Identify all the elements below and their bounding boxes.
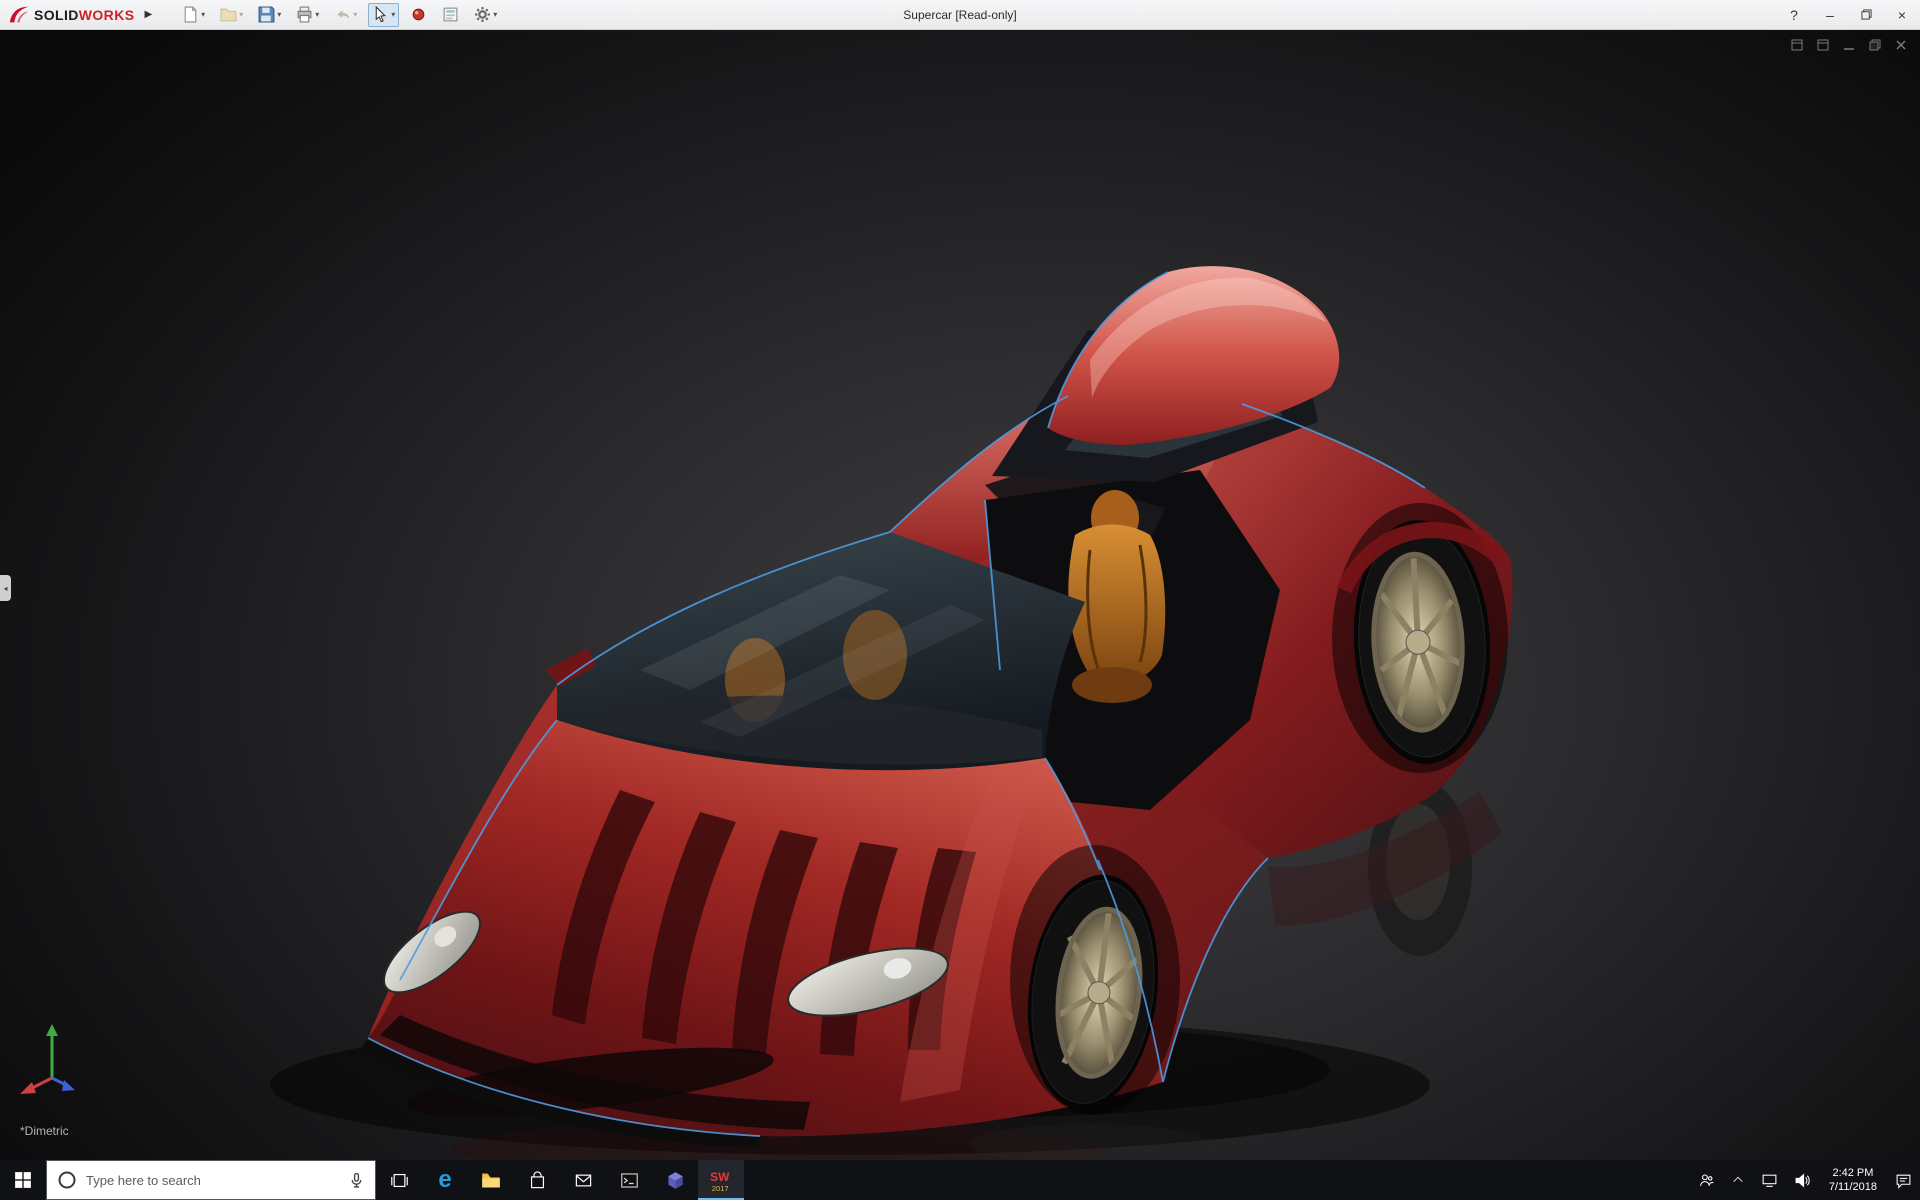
task-view-button[interactable] xyxy=(376,1160,422,1200)
gear-icon xyxy=(474,6,491,23)
close-button[interactable]: × xyxy=(1884,0,1920,30)
reference-triad xyxy=(20,1024,75,1094)
taskbar-cube-app[interactable] xyxy=(652,1160,698,1200)
people-icon xyxy=(1698,1172,1715,1189)
open-button[interactable]: ▾ xyxy=(216,3,247,27)
network-button[interactable] xyxy=(1753,1160,1786,1200)
feature-tree-collapse-tab[interactable]: ◂ xyxy=(0,575,11,601)
cube-app-icon xyxy=(666,1171,685,1190)
start-button[interactable] xyxy=(0,1160,46,1200)
network-icon xyxy=(1761,1172,1778,1189)
taskbar-search-input[interactable] xyxy=(86,1173,339,1188)
window-controls: ? – × xyxy=(1776,0,1920,30)
solidworks-logo: SOLIDWORKS xyxy=(8,4,134,26)
taskbar-solidworks-2017[interactable]: SW 2017 xyxy=(698,1160,744,1200)
taskbar-search[interactable] xyxy=(46,1160,376,1200)
taskbar-edge[interactable]: e xyxy=(422,1160,468,1200)
taskbar-clock[interactable]: 2:42 PM 7/11/2018 xyxy=(1819,1160,1887,1200)
windows-logo-icon xyxy=(14,1171,32,1189)
ds-logo-icon xyxy=(8,4,30,26)
document-title: Supercar [Read-only] xyxy=(903,8,1016,22)
titlebar: SOLIDWORKS ▶ ▾ ▾ ▾ xyxy=(0,0,1920,30)
taskbar-store[interactable] xyxy=(514,1160,560,1200)
view-orientation-label: *Dimetric xyxy=(20,1124,69,1138)
options-button[interactable]: ▾ xyxy=(470,3,501,27)
clock-time: 2:42 PM xyxy=(1829,1166,1877,1180)
minimize-button[interactable]: – xyxy=(1812,0,1848,30)
print-icon xyxy=(296,6,313,23)
mail-envelope-icon xyxy=(574,1171,593,1190)
taskbar-console[interactable] xyxy=(606,1160,652,1200)
cortana-icon xyxy=(57,1170,77,1190)
doc-minimize-icon[interactable] xyxy=(1842,38,1856,52)
menu-flyout-arrow[interactable]: ▶ xyxy=(144,9,152,20)
action-center-button[interactable] xyxy=(1887,1160,1920,1200)
svg-text:SW: SW xyxy=(710,1170,730,1184)
new-document-button[interactable]: ▾ xyxy=(178,3,209,27)
volume-button[interactable] xyxy=(1786,1160,1819,1200)
svg-text:2017: 2017 xyxy=(712,1184,729,1193)
restore-icon xyxy=(1861,9,1872,20)
macro-record-button[interactable] xyxy=(406,3,431,27)
microphone-icon[interactable] xyxy=(348,1172,365,1189)
windows-taskbar: e xyxy=(0,1160,1920,1200)
supercar-3d-model[interactable] xyxy=(0,30,1920,1160)
properties-button[interactable] xyxy=(438,3,463,27)
people-button[interactable] xyxy=(1690,1160,1723,1200)
doc-restore-icon[interactable] xyxy=(1868,38,1882,52)
save-icon xyxy=(258,6,275,23)
volume-icon xyxy=(1794,1172,1811,1189)
undo-icon xyxy=(334,6,351,23)
solidworks-2017-icon: SW 2017 xyxy=(708,1167,734,1193)
store-bag-icon xyxy=(528,1171,547,1190)
restore-button[interactable] xyxy=(1848,0,1884,30)
file-explorer-icon xyxy=(481,1170,501,1190)
help-button[interactable]: ? xyxy=(1776,0,1812,30)
desktop: SOLIDWORKS ▶ ▾ ▾ ▾ xyxy=(0,0,1920,1200)
document-window-controls xyxy=(1790,38,1908,52)
system-tray: 2:42 PM 7/11/2018 xyxy=(1690,1160,1920,1200)
print-button[interactable]: ▾ xyxy=(292,3,323,27)
properties-form-icon xyxy=(442,6,459,23)
select-tool-button[interactable]: ▾ xyxy=(368,3,399,27)
car-body[interactable] xyxy=(320,266,1580,1160)
select-cursor-icon xyxy=(372,6,389,23)
doc-window-icon[interactable] xyxy=(1790,38,1804,52)
chevron-up-icon xyxy=(1731,1173,1745,1187)
brand-text: SOLIDWORKS xyxy=(34,7,134,23)
doc-window-icon-2[interactable] xyxy=(1816,38,1830,52)
save-button[interactable]: ▾ xyxy=(254,3,285,27)
quick-access-toolbar: ▾ ▾ ▾ ▾ xyxy=(178,3,501,27)
tray-overflow-button[interactable] xyxy=(1723,1160,1753,1200)
graphics-viewport[interactable]: ◂ xyxy=(0,30,1920,1160)
taskbar-file-explorer[interactable] xyxy=(468,1160,514,1200)
edge-icon: e xyxy=(438,1168,451,1192)
console-icon xyxy=(620,1171,639,1190)
clock-date: 7/11/2018 xyxy=(1829,1180,1877,1194)
doc-close-icon[interactable] xyxy=(1894,38,1908,52)
task-view-icon xyxy=(390,1171,409,1190)
undo-button[interactable]: ▾ xyxy=(330,3,361,27)
open-folder-icon xyxy=(220,6,237,23)
new-document-icon xyxy=(182,6,199,23)
macro-record-icon xyxy=(410,6,427,23)
action-center-icon xyxy=(1895,1172,1912,1189)
taskbar-mail[interactable] xyxy=(560,1160,606,1200)
